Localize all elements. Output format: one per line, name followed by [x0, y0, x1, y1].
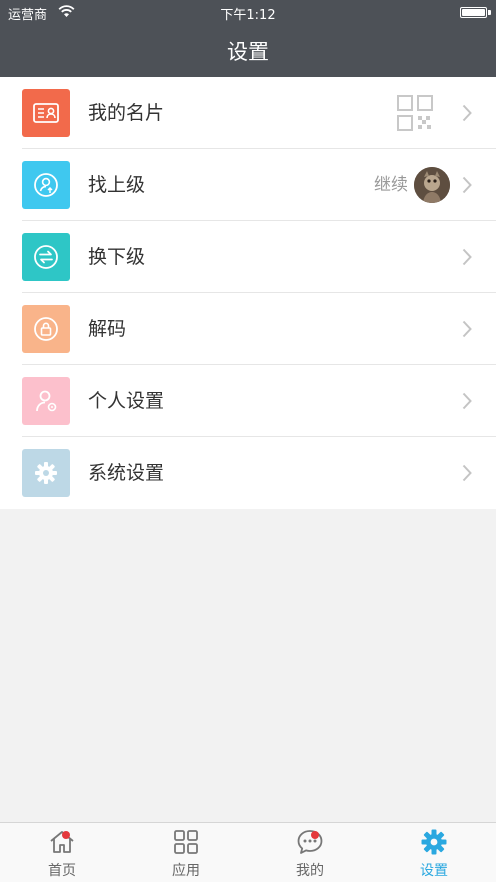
- row-change-subordinate[interactable]: 换下级: [0, 221, 496, 293]
- tab-settings[interactable]: 设置: [372, 823, 496, 882]
- row-label: 解码: [88, 318, 127, 340]
- screen: 运营商 下午1:12 设置 我的名片 找上级 继续 换下级 解码 个人设置 系统…: [0, 0, 496, 882]
- tab-home[interactable]: 首页: [0, 823, 124, 882]
- user-settings-icon: [22, 377, 70, 425]
- user-up-icon: [22, 161, 70, 209]
- tab-apps[interactable]: 应用: [124, 823, 248, 882]
- grid-icon: [174, 830, 198, 854]
- badge-dot: [62, 831, 70, 839]
- row-decode[interactable]: 解码: [0, 293, 496, 365]
- row-label: 系统设置: [88, 462, 165, 484]
- tab-mine[interactable]: 我的: [248, 823, 372, 882]
- tab-label: 应用: [172, 863, 200, 879]
- row-label: 换下级: [88, 246, 146, 268]
- page-title: 设置: [227, 40, 269, 64]
- row-label: 个人设置: [88, 390, 165, 412]
- avatar: [414, 167, 450, 203]
- settings-list: 我的名片 找上级 继续 换下级 解码 个人设置 系统设置: [0, 77, 496, 509]
- tab-label: 我的: [296, 863, 324, 879]
- row-label: 找上级: [88, 174, 146, 196]
- swap-icon: [22, 233, 70, 281]
- chevron-right-icon: [462, 248, 472, 266]
- row-value: 继续: [374, 175, 408, 195]
- row-personal-settings[interactable]: 个人设置: [0, 365, 496, 437]
- row-label: 我的名片: [88, 102, 165, 124]
- tab-label: 设置: [420, 863, 448, 879]
- tab-bar: 首页 应用 我的 设置: [0, 822, 496, 882]
- chevron-right-icon: [462, 320, 472, 338]
- chevron-right-icon: [462, 464, 472, 482]
- top-bar: 运营商 下午1:12 设置: [0, 0, 496, 77]
- chat-icon: [297, 830, 323, 854]
- chevron-right-icon: [462, 176, 472, 194]
- tab-label: 首页: [48, 863, 76, 879]
- business-card-icon: [22, 89, 70, 137]
- chevron-right-icon: [462, 104, 472, 122]
- chevron-right-icon: [462, 392, 472, 410]
- badge-dot: [311, 831, 319, 839]
- battery-cap: [488, 10, 491, 15]
- lock-icon: [22, 305, 70, 353]
- row-system-settings[interactable]: 系统设置: [0, 437, 496, 509]
- gear-icon: [22, 449, 70, 497]
- status-bar: 运营商 下午1:12: [0, 0, 496, 26]
- row-business-card[interactable]: 我的名片: [0, 77, 496, 149]
- status-time: 下午1:12: [220, 8, 276, 23]
- gear-icon: [421, 829, 447, 855]
- row-find-superior[interactable]: 找上级 继续: [0, 149, 496, 221]
- qr-code-icon[interactable]: [396, 94, 434, 132]
- battery-icon: [460, 7, 487, 18]
